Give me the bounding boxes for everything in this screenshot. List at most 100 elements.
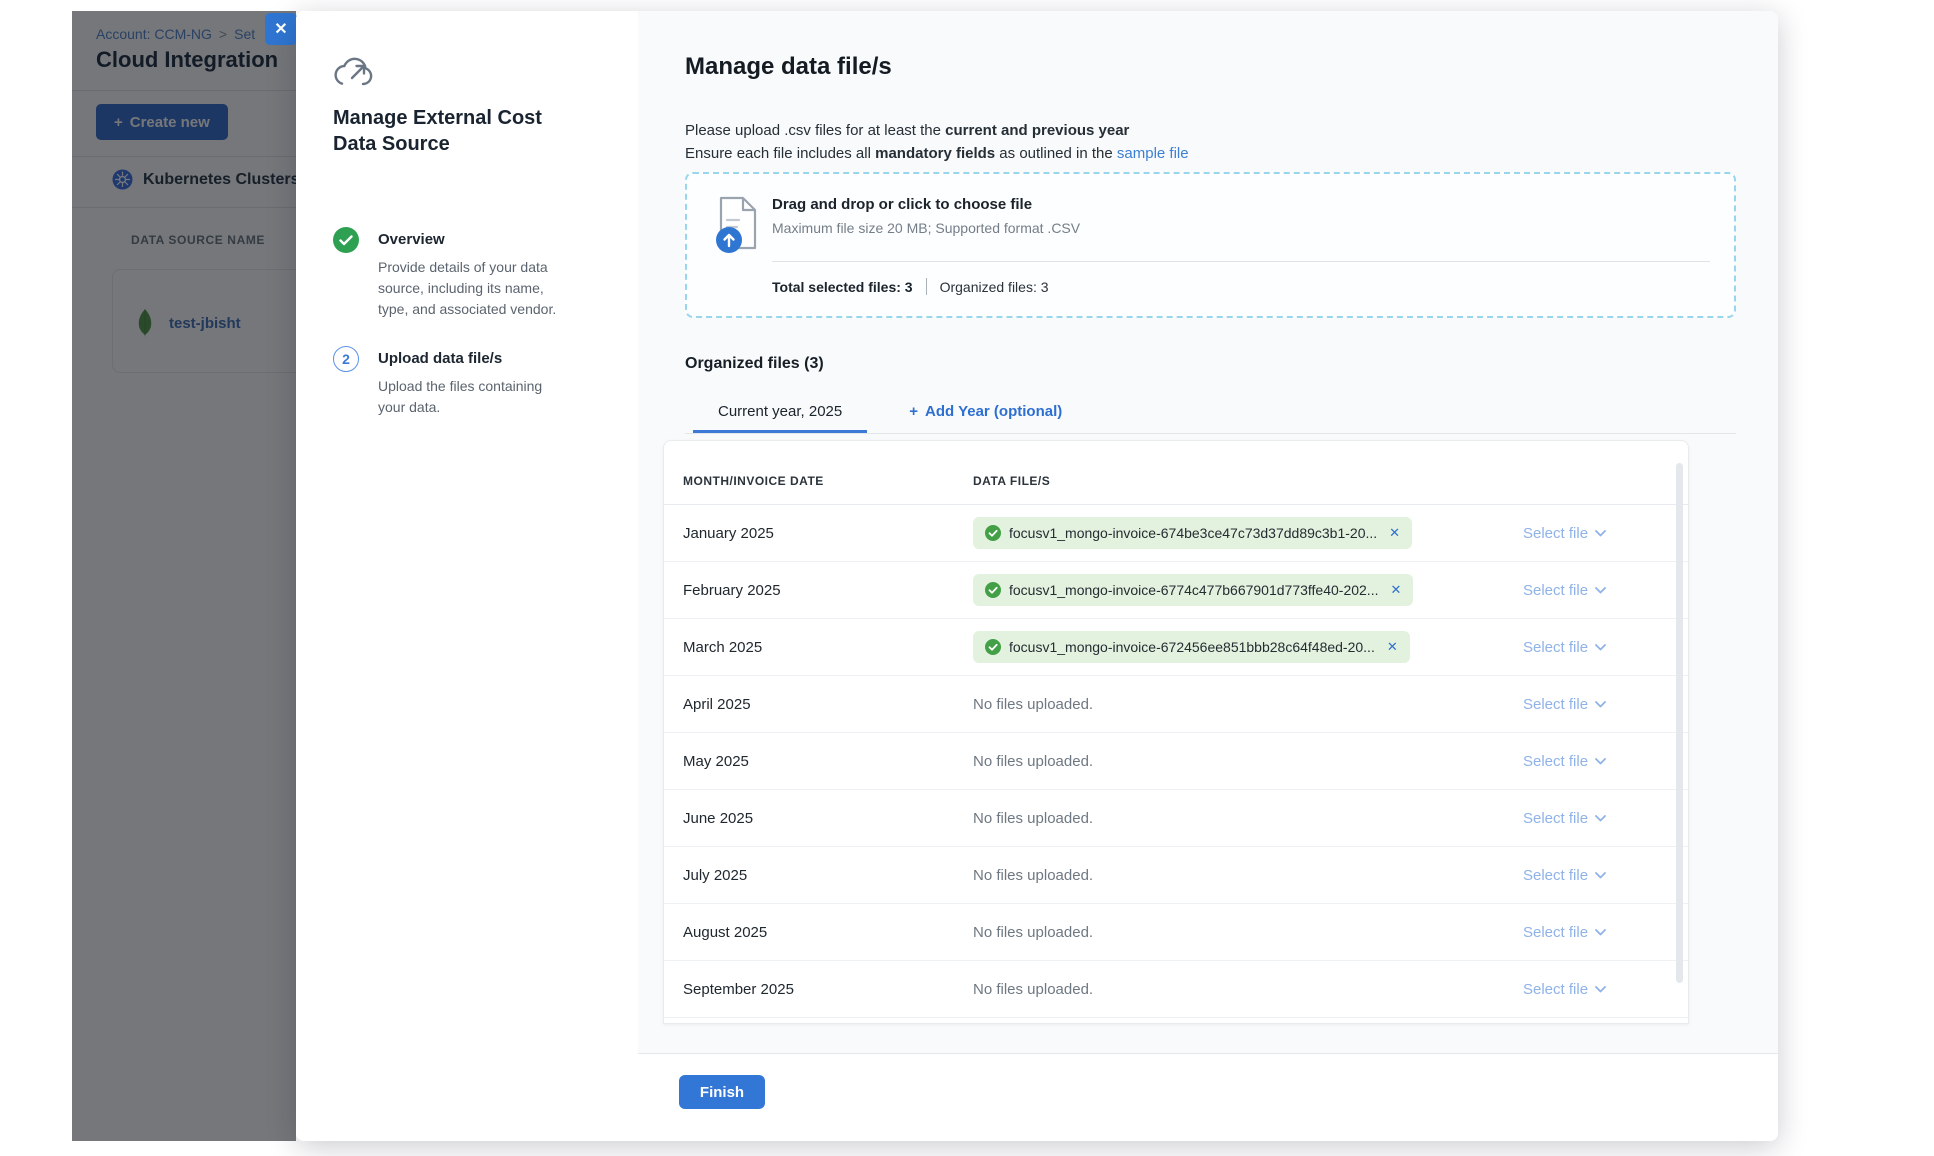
uploaded-file-name: focusv1_mongo-invoice-672456ee851bbb28c6…: [1009, 639, 1375, 655]
stats-separator: [926, 278, 927, 295]
chevron-down-icon: [1595, 530, 1606, 537]
table-row: July 2025 No files uploaded. Select file: [664, 847, 1688, 904]
manage-data-source-modal: Manage External Cost Data Source Overvie…: [296, 11, 1778, 1141]
column-data-files: DATA FILE/S: [973, 474, 1050, 488]
remove-file-icon[interactable]: ✕: [1390, 582, 1401, 598]
select-file-dropdown[interactable]: Select file: [1523, 924, 1688, 941]
finish-button[interactable]: Finish: [679, 1075, 765, 1109]
add-year-button[interactable]: + Add Year (optional): [909, 393, 1062, 433]
remove-file-icon[interactable]: ✕: [1387, 639, 1398, 655]
select-file-label: Select file: [1523, 696, 1588, 713]
wizard-title: Manage External Cost Data Source: [333, 105, 565, 157]
step-upload-data-files[interactable]: 2 Upload data file/s Upload the files co…: [333, 346, 583, 418]
uploaded-file-name: focusv1_mongo-invoice-6774c477b667901d77…: [1009, 582, 1378, 598]
modal-dim-overlay: [72, 11, 296, 1141]
cloud-export-icon: [333, 55, 375, 91]
plus-icon: +: [909, 403, 918, 420]
modal-footer: Finish: [638, 1053, 1778, 1141]
select-file-dropdown[interactable]: Select file: [1523, 810, 1688, 827]
file-dropzone[interactable]: Drag and drop or click to choose file Ma…: [685, 172, 1736, 318]
upload-step-content: Manage data file/s Please upload .csv fi…: [638, 11, 1778, 1141]
chevron-down-icon: [1595, 815, 1606, 822]
dropzone-stats: Total selected files: 3 Organized files:…: [772, 278, 1049, 295]
uploaded-file-pill: focusv1_mongo-invoice-6774c477b667901d77…: [973, 574, 1413, 606]
uploaded-file-name: focusv1_mongo-invoice-674be3ce47c73d37dd…: [1009, 525, 1377, 541]
file-success-check-icon: [985, 582, 1001, 598]
instruction-bold: current and previous year: [945, 122, 1129, 139]
step-number: 2: [342, 351, 350, 367]
table-row: August 2025 No files uploaded. Select fi…: [664, 904, 1688, 961]
year-tabbar: Current year, 2025 + Add Year (optional): [685, 393, 1736, 434]
file-success-check-icon: [985, 639, 1001, 655]
instruction-text: as outlined in the: [995, 145, 1117, 162]
month-label: September 2025: [683, 981, 973, 998]
month-label: May 2025: [683, 753, 973, 770]
file-upload-icon: [713, 196, 761, 256]
chevron-down-icon: [1595, 929, 1606, 936]
dropzone-divider: [772, 261, 1710, 262]
no-files-text: No files uploaded.: [973, 981, 1093, 998]
table-scrollbar[interactable]: [1676, 463, 1683, 983]
table-row: May 2025 No files uploaded. Select file: [664, 733, 1688, 790]
tab-current-year-2025[interactable]: Current year, 2025: [693, 393, 867, 433]
select-file-dropdown[interactable]: Select file: [1523, 696, 1688, 713]
no-files-text: No files uploaded.: [973, 867, 1093, 884]
no-files-text: No files uploaded.: [973, 924, 1093, 941]
dropzone-title: Drag and drop or click to choose file: [772, 196, 1032, 213]
screen: Account: CCM-NG>Set Cloud Integration + …: [0, 0, 1934, 1156]
instruction-line-1: Please upload .csv files for at least th…: [685, 122, 1129, 139]
uploaded-file-pill: focusv1_mongo-invoice-674be3ce47c73d37dd…: [973, 517, 1412, 549]
step-overview[interactable]: Overview Provide details of your data so…: [333, 227, 583, 320]
instruction-line-2: Ensure each file includes all mandatory …: [685, 145, 1189, 162]
select-file-label: Select file: [1523, 582, 1588, 599]
table-row: October 2025 No files uploaded. Select f…: [664, 1018, 1688, 1024]
select-file-dropdown[interactable]: Select file: [1523, 639, 1688, 656]
table-row: June 2025 No files uploaded. Select file: [664, 790, 1688, 847]
month-label: February 2025: [683, 582, 973, 599]
select-file-dropdown[interactable]: Select file: [1523, 867, 1688, 884]
step-description: Provide details of your data source, inc…: [378, 257, 562, 320]
table-header-row: MONTH/INVOICE DATE DATA FILE/S: [664, 441, 1688, 505]
close-button[interactable]: ✕: [265, 13, 297, 45]
sample-file-link[interactable]: sample file: [1117, 145, 1189, 162]
select-file-dropdown[interactable]: Select file: [1523, 753, 1688, 770]
chevron-down-icon: [1595, 758, 1606, 765]
select-file-dropdown[interactable]: Select file: [1523, 525, 1688, 542]
column-month-invoice-date: MONTH/INVOICE DATE: [683, 474, 973, 488]
select-file-label: Select file: [1523, 981, 1588, 998]
no-files-text: No files uploaded.: [973, 810, 1093, 827]
total-selected-files: Total selected files: 3: [772, 279, 913, 295]
month-label: March 2025: [683, 639, 973, 656]
remove-file-icon[interactable]: ✕: [1389, 525, 1400, 541]
dropzone-subtitle: Maximum file size 20 MB; Supported forma…: [772, 220, 1080, 236]
month-label: July 2025: [683, 867, 973, 884]
close-icon: ✕: [274, 19, 287, 39]
month-label: April 2025: [683, 696, 973, 713]
step-label: Overview: [378, 227, 562, 248]
month-label: January 2025: [683, 525, 973, 542]
add-year-label: Add Year (optional): [925, 403, 1062, 420]
select-file-dropdown[interactable]: Select file: [1523, 582, 1688, 599]
organized-files-count: Organized files: 3: [940, 279, 1049, 295]
month-label: August 2025: [683, 924, 973, 941]
no-files-text: No files uploaded.: [973, 696, 1093, 713]
instruction-text: Please upload .csv files for at least th…: [685, 122, 945, 139]
chevron-down-icon: [1595, 872, 1606, 879]
chevron-down-icon: [1595, 701, 1606, 708]
content-title: Manage data file/s: [685, 53, 892, 81]
no-files-text: No files uploaded.: [973, 753, 1093, 770]
stepper-panel: Manage External Cost Data Source Overvie…: [296, 11, 638, 1141]
select-file-label: Select file: [1523, 810, 1588, 827]
select-file-dropdown[interactable]: Select file: [1523, 981, 1688, 998]
background-page: Account: CCM-NG>Set Cloud Integration + …: [72, 11, 296, 1141]
step-complete-check-icon: [333, 227, 359, 253]
table-row: April 2025 No files uploaded. Select fil…: [664, 676, 1688, 733]
table-row: March 2025 focusv1_mongo-invoice-672456e…: [664, 619, 1688, 676]
instruction-text: Ensure each file includes all: [685, 145, 875, 162]
wizard-steps: Overview Provide details of your data so…: [333, 227, 583, 418]
chevron-down-icon: [1595, 986, 1606, 993]
step-number-badge: 2: [333, 346, 359, 372]
select-file-label: Select file: [1523, 867, 1588, 884]
instruction-bold: mandatory fields: [875, 145, 995, 162]
select-file-label: Select file: [1523, 639, 1588, 656]
